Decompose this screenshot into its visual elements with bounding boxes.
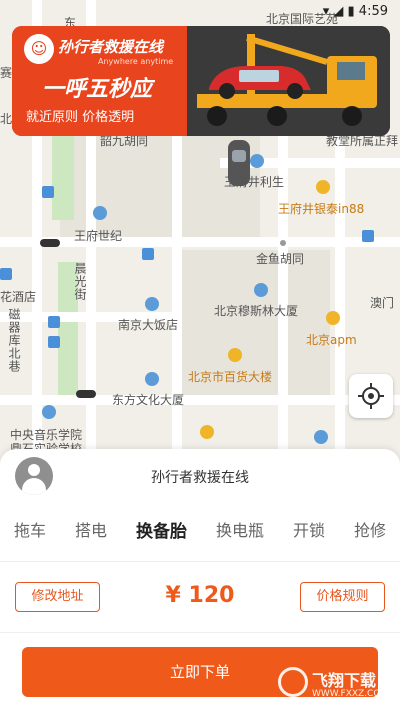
map-label: 北京apm [306,333,357,347]
mall-poi-icon[interactable] [200,425,214,439]
crosshair-icon [358,383,384,409]
status-time: 4:59 [358,4,388,19]
mall-poi-icon[interactable] [316,180,330,194]
tab-unlock[interactable]: 开锁 [293,517,325,545]
map-label: 澳门 [370,296,395,310]
map-label: 南京大饭店 [118,318,179,332]
school-poi-icon[interactable] [42,405,56,419]
tab-tow[interactable]: 拖车 [14,517,46,545]
bus-stop-icon[interactable] [48,336,60,348]
service-tabs: 拖车 搭电 换备胎 换电瓶 开锁 抢修 [0,517,400,545]
tab-battery[interactable]: 换电瓶 [216,517,264,545]
map-label: 北 [0,112,13,126]
traffic-light-icon [40,239,60,247]
poi-icon[interactable] [250,154,264,168]
tab-spare-tire[interactable]: 换备胎 [136,517,187,545]
tow-truck-icon [187,26,390,136]
banner-tags: 就近原则 价格透明 [26,110,135,125]
map-label: 赛 [0,66,13,80]
banner-slogan: 一呼五秒应 [42,77,153,102]
tab-repair[interactable]: 抢修 [354,517,386,545]
bus-stop-icon[interactable] [42,186,54,198]
divider [0,632,400,633]
map-label: 北京穆斯林大厦 [214,304,299,318]
banner-text-panel: ☺ 孙行者救援在线 Anywhere anytime 一呼五秒应 就近原则 价格… [12,26,187,136]
poi-icon[interactable] [314,430,328,444]
map-label: 磁器库北巷 [7,308,21,373]
site-watermark: 飞翔下载 WWW.FXXZ.COM [278,665,398,705]
hotel-poi-icon[interactable] [145,297,159,311]
bus-stop-icon[interactable] [0,268,12,280]
status-bar: ▾ ◢ ▮ 4:59 [323,4,388,19]
locate-button[interactable] [349,374,393,418]
mall-poi-icon[interactable] [228,348,242,362]
map-label: 花酒店 [0,290,37,304]
map-label: 晨光街 [73,262,87,301]
battery-icon: ▮ [347,4,355,19]
map-label: 王府井银泰in88 [278,202,365,216]
banner-brand: 孙行者救援在线 [58,38,164,56]
wifi-icon: ▾ [322,4,330,19]
poi-icon[interactable] [145,372,159,386]
divider [0,561,400,562]
monkey-logo-icon: ☺ [24,34,54,64]
price-rules-button[interactable]: 价格规则 [300,582,385,612]
promo-banner[interactable]: ☺ 孙行者救援在线 Anywhere anytime 一呼五秒应 就近原则 价格… [12,26,390,136]
sheet-title: 孙行者救援在线 [151,470,249,486]
poi-icon[interactable] [254,283,268,297]
map-label: 北京市百货大楼 [188,370,273,384]
map-dot [280,240,286,246]
bus-stop-icon[interactable] [48,316,60,328]
watermark-text: 飞翔下载 [312,671,377,690]
traffic-light-icon [76,390,96,398]
watermark-logo-icon [278,667,308,697]
bus-stop-icon[interactable] [362,230,374,242]
map-label: 东方文化大厦 [112,393,185,407]
bus-stop-icon[interactable] [142,248,154,260]
map-label: 王府世纪 [74,229,123,243]
banner-brand-sub: Anywhere anytime [98,57,174,66]
poi-icon[interactable] [93,206,107,220]
map-label: 金鱼胡同 [256,252,305,266]
mall-poi-icon[interactable] [326,311,340,325]
signal-icon: ◢ [333,4,344,19]
tab-jump-start[interactable]: 搭电 [75,517,107,545]
watermark-url: WWW.FXXZ.COM [312,689,389,699]
car-location-marker [228,140,250,186]
